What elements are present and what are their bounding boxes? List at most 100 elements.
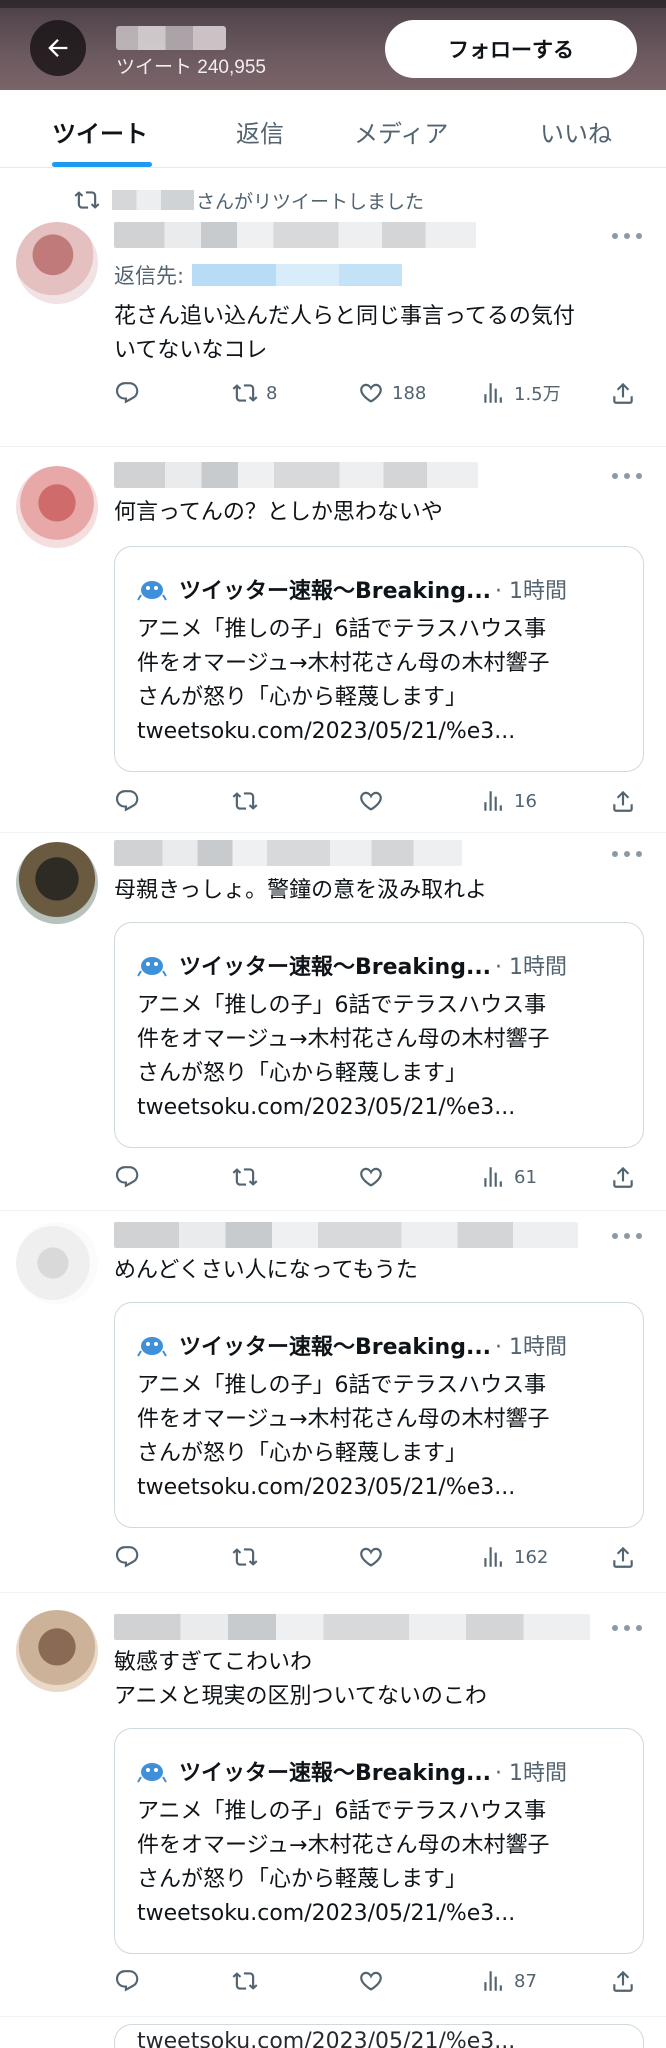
heart-icon	[360, 383, 382, 403]
retweet-count: 8	[266, 382, 278, 404]
avatar[interactable]	[16, 842, 98, 924]
share-button[interactable]	[610, 380, 636, 406]
more-icon[interactable]	[612, 1232, 642, 1240]
card-time: · 1時間	[495, 579, 568, 604]
share-icon	[613, 1166, 633, 1188]
tweet-text-line: 敏感すぎてこわいわ	[114, 1650, 313, 1675]
views-button[interactable]: 16	[480, 788, 537, 814]
reply-handle-blurred[interactable]	[192, 264, 403, 286]
reply-button[interactable]	[114, 1968, 140, 1994]
link-card[interactable]: ツイッター速報〜Breaking... · 1時間 アニメ「推しの子」6話でテラ…	[114, 546, 644, 772]
tweet-text: 何言ってんの？としか思わないや	[114, 496, 644, 530]
follow-button[interactable]: フォローする	[385, 20, 637, 78]
active-tab-indicator	[52, 162, 152, 167]
reply-icon	[115, 790, 139, 812]
retweet-icon	[232, 384, 258, 402]
views-count: 162	[514, 1546, 549, 1568]
retweet-button[interactable]	[232, 1544, 258, 1570]
reply-button[interactable]	[114, 1164, 140, 1190]
card-line: さんが怒り「心から軽蔑します」	[137, 1867, 468, 1892]
like-button[interactable]	[358, 788, 384, 814]
share-button[interactable]	[610, 1164, 636, 1190]
avatar[interactable]	[16, 1222, 98, 1304]
card-line: アニメ「推しの子」6話でテラスハウス事	[137, 617, 547, 642]
avatar[interactable]	[16, 466, 98, 548]
link-card[interactable]: ツイッター速報〜Breaking... · 1時間 アニメ「推しの子」6話でテラ…	[114, 1302, 644, 1528]
author-meta-blurred	[114, 1614, 590, 1640]
retweet-button[interactable]	[232, 788, 258, 814]
retweet-button[interactable]	[232, 1164, 258, 1190]
share-icon	[613, 382, 633, 404]
retweet-icon	[232, 792, 258, 810]
views-button[interactable]: 1.5万	[480, 380, 561, 406]
tweet-actions: 8 188 1.5万	[114, 380, 644, 410]
link-card-partial[interactable]: tweetsoku.com/2023/05/21/%e3...	[114, 2024, 644, 2048]
like-button[interactable]: 188	[358, 380, 426, 406]
more-icon[interactable]	[612, 850, 642, 858]
card-line: さんが怒り「心から軽蔑します」	[137, 1441, 468, 1466]
avatar[interactable]	[16, 1610, 98, 1692]
tweet-actions: 87	[114, 1968, 644, 1998]
tab-tweets[interactable]: ツイート	[52, 114, 148, 149]
card-source-name: ツイッター速報〜Breaking...	[179, 579, 492, 604]
bar-chart-icon	[484, 1167, 502, 1187]
like-button[interactable]	[358, 1544, 384, 1570]
card-body: アニメ「推しの子」6話でテラスハウス事 件をオマージュ→木村花さん母の木村響子 …	[137, 613, 627, 749]
back-button[interactable]	[30, 20, 86, 76]
share-icon	[613, 1970, 633, 1992]
like-button[interactable]	[358, 1968, 384, 1994]
retweet-icon	[232, 1168, 258, 1186]
reply-icon	[115, 382, 139, 404]
share-button[interactable]	[610, 1544, 636, 1570]
avatar[interactable]	[16, 222, 98, 304]
card-source-name: ツイッター速報〜Breaking...	[179, 1761, 492, 1786]
views-button[interactable]: 87	[480, 1968, 537, 1994]
tab-likes[interactable]: いいね	[540, 114, 612, 149]
views-button[interactable]: 61	[480, 1164, 537, 1190]
profile-tabs: ツイート 返信 メディア いいね	[0, 90, 666, 168]
tweet-text: 敏感すぎてこわいわ アニメと現実の区別ついてないのこわ	[114, 1646, 644, 1714]
tab-media[interactable]: メディア	[354, 114, 448, 149]
share-button[interactable]	[610, 1968, 636, 1994]
retweet-button[interactable]	[232, 1968, 258, 1994]
bar-chart-icon	[484, 791, 502, 811]
bird-logo-icon	[137, 1763, 167, 1783]
tweet-text-line: 何言ってんの？としか思わないや	[114, 500, 443, 525]
views-count: 16	[514, 790, 537, 812]
reply-icon	[115, 1970, 139, 1992]
card-header: ツイッター速報〜Breaking... · 1時間	[137, 1755, 567, 1787]
tweet-actions: 162	[114, 1544, 644, 1574]
reply-button[interactable]	[114, 1544, 140, 1570]
card-line: 件をオマージュ→木村花さん母の木村響子	[137, 1833, 550, 1858]
card-line: さんが怒り「心から軽蔑します」	[137, 685, 468, 710]
reply-button[interactable]	[114, 788, 140, 814]
link-card[interactable]: ツイッター速報〜Breaking... · 1時間 アニメ「推しの子」6話でテラ…	[114, 1728, 644, 1954]
tweet-text-line: めんどくさい人になってもうた	[114, 1258, 418, 1283]
like-count: 188	[392, 382, 427, 404]
reply-button[interactable]	[114, 380, 140, 406]
author-meta-blurred	[114, 1222, 578, 1248]
share-button[interactable]	[610, 788, 636, 814]
like-button[interactable]	[358, 1164, 384, 1190]
bird-logo-icon	[137, 1337, 167, 1357]
share-icon	[613, 1546, 633, 1568]
tweet-text: めんどくさい人になってもうた	[114, 1254, 644, 1288]
views-count: 1.5万	[514, 384, 561, 405]
card-body: アニメ「推しの子」6話でテラスハウス事 件をオマージュ→木村花さん母の木村響子 …	[137, 1795, 627, 1931]
more-icon[interactable]	[612, 1624, 642, 1632]
tweet-text-line: 花さん追い込んだ人らと同じ事言ってるの気付	[114, 304, 575, 329]
card-source-name: ツイッター速報〜Breaking...	[179, 1335, 492, 1360]
retweet-button[interactable]: 8	[232, 380, 277, 406]
card-time: · 1時間	[495, 1335, 568, 1360]
card-time: · 1時間	[495, 955, 568, 980]
bird-logo-icon	[137, 957, 167, 977]
retweet-notice-text: さんがリツイートしました	[196, 190, 425, 213]
more-icon[interactable]	[612, 472, 642, 480]
card-line: 件をオマージュ→木村花さん母の木村響子	[137, 1027, 550, 1052]
card-time: · 1時間	[495, 1761, 568, 1786]
card-body: アニメ「推しの子」6話でテラスハウス事 件をオマージュ→木村花さん母の木村響子 …	[137, 989, 627, 1125]
tab-replies[interactable]: 返信	[236, 114, 284, 149]
more-icon[interactable]	[612, 232, 642, 240]
views-button[interactable]: 162	[480, 1544, 548, 1570]
link-card[interactable]: ツイッター速報〜Breaking... · 1時間 アニメ「推しの子」6話でテラ…	[114, 922, 644, 1148]
